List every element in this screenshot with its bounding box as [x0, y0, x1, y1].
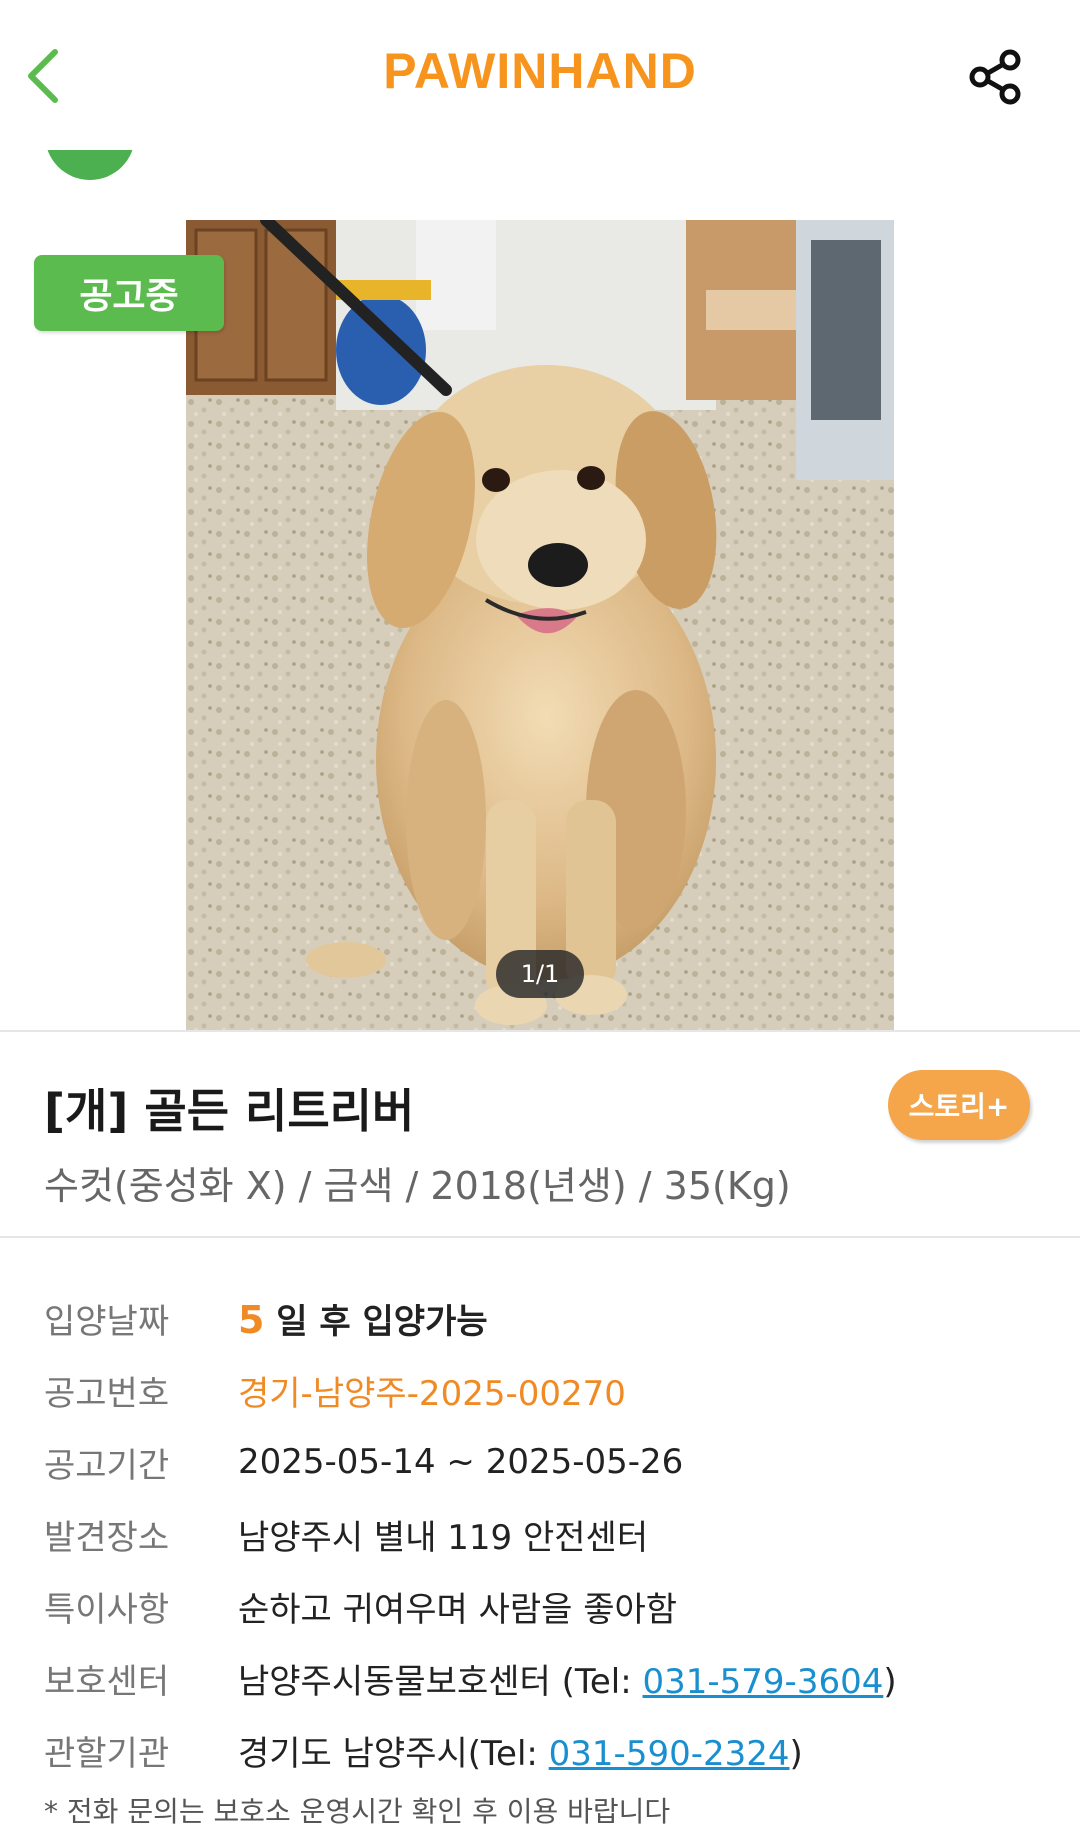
detail-label: 입양날짜 — [44, 1301, 170, 1342]
notice-number: 경기-남양주-2025-00270 — [238, 1373, 626, 1414]
detail-value: 5 일 후 입양가능 — [238, 1294, 488, 1343]
detail-label: 발견장소 — [44, 1517, 170, 1558]
shelter-phone-link[interactable]: 031-579-3604 — [643, 1662, 884, 1702]
detail-row-shelter: 보호센터 남양주시동물보호센터 (Tel: 031-579-3604) — [44, 1642, 1044, 1714]
dog-photo-illustration — [186, 220, 894, 1030]
detail-row-adoption: 입양날짜 5 일 후 입양가능 — [44, 1282, 1044, 1354]
dog-photo[interactable] — [186, 220, 894, 1030]
found-place: 남양주시 별내 119 안전센터 — [238, 1517, 649, 1558]
shelter-name: 남양주시동물보호센터 (Tel: — [238, 1661, 643, 1702]
brand-logo: PAWINHAND — [383, 43, 697, 99]
phone-inquiry-note: * 전화 문의는 보호소 운영시간 확인 후 이용 바랍니다 — [44, 1795, 671, 1828]
detail-row-period: 공고기간 2025-05-14 ~ 2025-05-26 — [44, 1426, 1044, 1498]
section-divider — [0, 1236, 1080, 1238]
agency-suffix: ) — [789, 1733, 803, 1774]
shelter-info: 남양주시동물보호센터 (Tel: 031-579-3604) — [238, 1654, 897, 1703]
detail-row-features: 특이사항 순하고 귀여우며 사람을 좋아함 — [44, 1570, 1044, 1642]
animal-title: [개] 골든 리트리버 — [44, 1084, 415, 1138]
detail-label: 보호센터 — [44, 1661, 170, 1702]
detail-label: 공고기간 — [44, 1445, 170, 1486]
detail-row-found-place: 발견장소 남양주시 별내 119 안전센터 — [44, 1498, 1044, 1570]
share-icon — [969, 49, 1021, 105]
section-divider — [0, 1030, 1080, 1032]
share-button[interactable] — [960, 44, 1030, 110]
agency-name: 경기도 남양주시(Tel: — [238, 1733, 549, 1774]
agency-info: 경기도 남양주시(Tel: 031-590-2324) — [238, 1726, 803, 1775]
detail-label: 특이사항 — [44, 1589, 170, 1630]
agency-phone-link[interactable]: 031-590-2324 — [549, 1734, 790, 1774]
app-header: PAWINHAND — [0, 0, 1080, 150]
status-badge: 공고중 — [34, 255, 224, 331]
detail-label: 관할기관 — [44, 1733, 170, 1774]
notice-period: 2025-05-14 ~ 2025-05-26 — [238, 1442, 684, 1482]
detail-row-agency: 관할기관 경기도 남양주시(Tel: 031-590-2324) — [44, 1714, 1044, 1786]
adoption-text: 일 후 입양가능 — [276, 1301, 488, 1342]
detail-label: 공고번호 — [44, 1373, 170, 1414]
animal-summary: 수컷(중성화 X) / 금색 / 2018(년생) / 35(Kg) — [44, 1164, 791, 1208]
adoption-days: 5 — [238, 1297, 265, 1342]
special-features: 순하고 귀여우며 사람을 좋아함 — [238, 1589, 678, 1630]
detail-row-notice-no: 공고번호 경기-남양주-2025-00270 — [44, 1354, 1044, 1426]
animal-details: 입양날짜 5 일 후 입양가능 공고번호 경기-남양주-2025-00270 공… — [44, 1282, 1044, 1786]
shelter-suffix: ) — [883, 1661, 897, 1702]
story-plus-button[interactable]: 스토리+ — [888, 1070, 1030, 1140]
photo-gallery[interactable]: 공고중 1/1 — [0, 190, 1080, 1030]
photo-page-indicator: 1/1 — [496, 950, 584, 998]
